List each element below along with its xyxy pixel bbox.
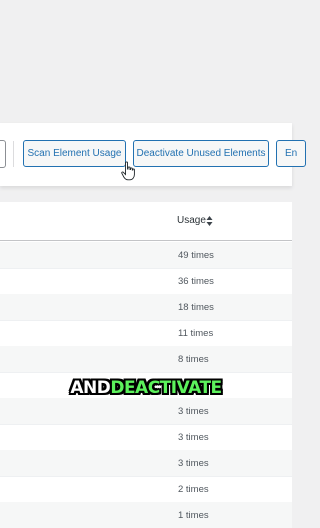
table-header-row: Usage [0,202,292,241]
row-divider [0,424,292,425]
table-row: 3 times [0,450,292,476]
usage-cell: 3 times [178,432,209,443]
partial-button[interactable]: En [276,140,306,167]
table-row: 49 times [0,242,292,268]
toolbar-divider [13,141,14,167]
caption-word-and: AND [70,378,111,398]
top-blank-area [0,0,292,123]
usage-cell: 8 times [178,354,209,365]
usage-cell: 3 times [178,458,209,469]
partial-select-control[interactable] [0,140,6,168]
row-divider [0,476,292,477]
sort-icon[interactable] [206,215,213,227]
row-divider [0,268,292,269]
scan-element-usage-button[interactable]: Scan Element Usage [23,140,126,167]
toolbar: Scan Element Usage Deactivate Unused Ele… [0,123,306,186]
table-row: 11 times [0,320,292,346]
table-row: 1 times [0,502,292,528]
video-caption: ANDDEACTIVATE [0,378,292,398]
row-divider [0,320,292,321]
usage-cell: 18 times [178,302,214,313]
table-row: 2 times [0,476,292,502]
caption-word-deactivate: DEACTIVATE [110,378,222,398]
usage-table: Usage 49 times 36 times 18 times 11 time… [0,202,292,528]
usage-cell: 3 times [178,406,209,417]
usage-cell: 2 times [178,484,209,495]
table-row: 8 times [0,346,292,372]
usage-column-header[interactable]: Usage [177,215,206,226]
usage-cell: 36 times [178,276,214,287]
table-row: 3 times [0,398,292,424]
table-row: 36 times [0,268,292,294]
usage-cell: 11 times [178,328,214,339]
table-row: 18 times [0,294,292,320]
pointer-cursor-icon [121,161,135,181]
table-row: 3 times [0,424,292,450]
row-divider [0,372,292,373]
deactivate-unused-elements-button[interactable]: Deactivate Unused Elements [133,140,269,167]
usage-cell: 1 times [178,510,209,521]
usage-cell: 49 times [178,250,214,261]
